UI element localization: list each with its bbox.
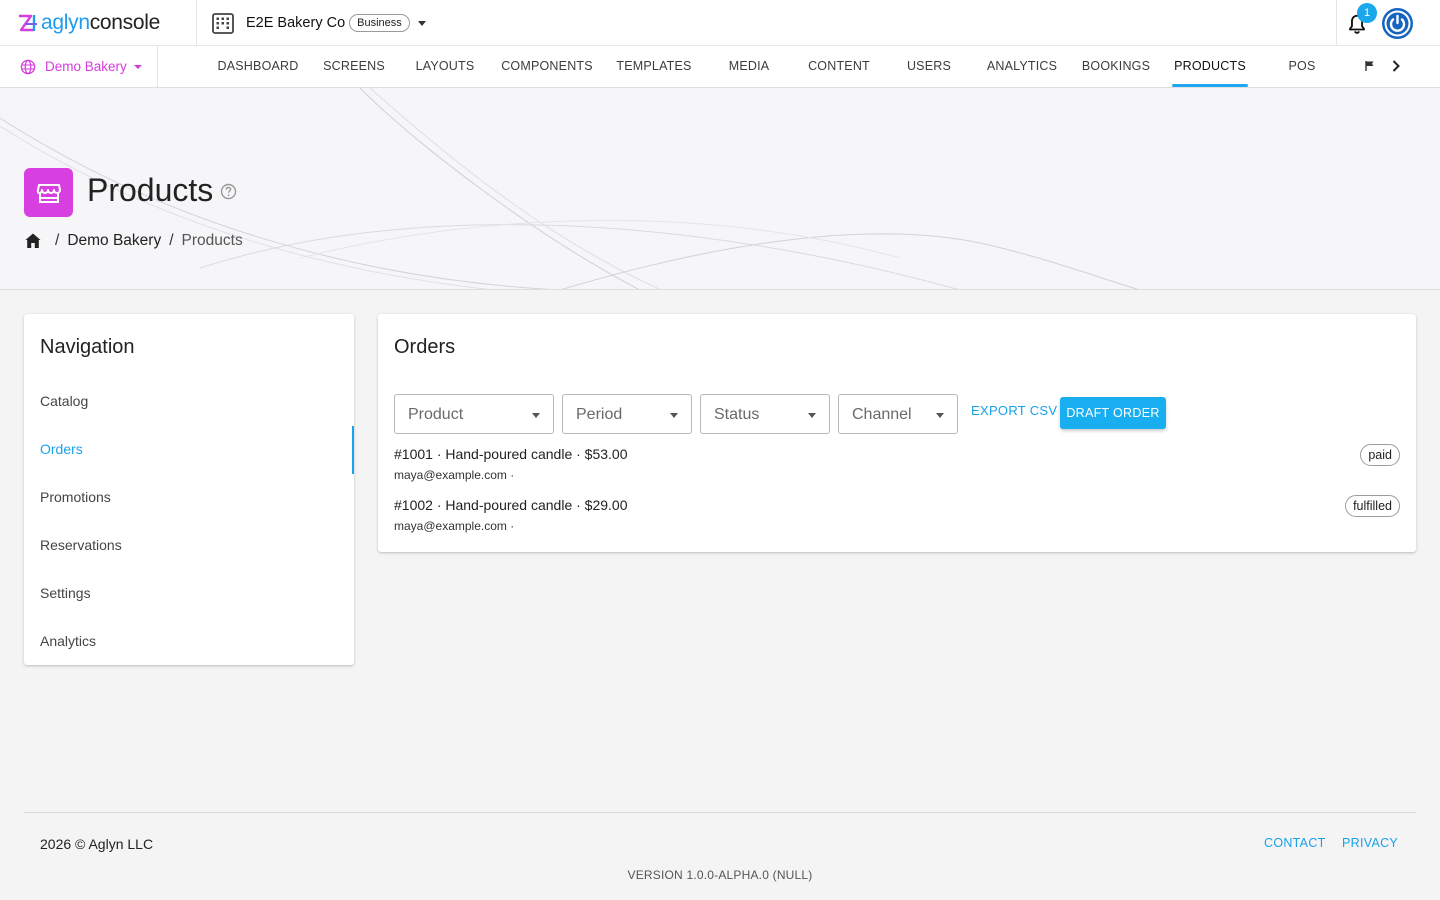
flag-icon[interactable] (1364, 60, 1376, 72)
status-badge: paid (1360, 444, 1400, 466)
tab-bookings[interactable]: BOOKINGS (1080, 46, 1152, 87)
tab-layouts[interactable]: LAYOUTS (412, 46, 478, 87)
help-circle-icon[interactable] (220, 183, 237, 200)
chevron-down-icon (808, 413, 816, 418)
tab-screens[interactable]: SCREENS (322, 46, 386, 87)
draft-order-button[interactable]: DRAFT ORDER (1060, 397, 1166, 429)
chevron-down-icon (417, 20, 426, 26)
main-nav: Demo Bakery DASHBOARD SCREENS LAYOUTS CO… (0, 46, 1440, 88)
site-name: Demo Bakery (45, 59, 127, 74)
divider (1336, 0, 1337, 46)
page-header: Products / Demo Bakery / Products (0, 88, 1440, 290)
product-filter-select[interactable]: Product (394, 394, 554, 434)
sidebar-item-catalog[interactable]: Catalog (24, 377, 354, 425)
org-name: E2E Bakery Co (246, 15, 346, 31)
channel-filter-label: Channel (852, 406, 912, 423)
top-bar: aglynconsole E2E Bakery Co Business 1 (0, 0, 1440, 46)
active-item-indicator (352, 426, 354, 474)
version-label: VERSION 1.0.0-ALPHA.0 (NULL) (627, 868, 813, 882)
tab-media[interactable]: MEDIA (722, 46, 776, 87)
tab-components[interactable]: COMPONENTS (500, 46, 594, 87)
tab-dashboard[interactable]: DASHBOARD (216, 46, 300, 87)
orders-card: Orders Product Period Status Channel EXP… (378, 314, 1416, 552)
status-filter-select[interactable]: Status (700, 394, 830, 434)
power-icon (1384, 10, 1411, 37)
status-badge: fulfilled (1345, 495, 1400, 517)
logo-text-console: console (89, 11, 161, 34)
logo-mark-icon (19, 14, 37, 32)
tab-users[interactable]: USERS (903, 46, 955, 87)
period-filter-select[interactable]: Period (562, 394, 692, 434)
breadcrumb-site[interactable]: Demo Bakery (67, 232, 161, 250)
org-plan-badge: Business (349, 14, 410, 32)
order-row[interactable]: #1002 · Hand-poured candle · $29.00 maya… (394, 495, 1400, 541)
breadcrumb: / Demo Bakery / Products (24, 231, 243, 251)
account-button[interactable] (1382, 8, 1413, 39)
footer-copyright: 2026 © Aglyn LLC (40, 836, 154, 852)
orders-title: Orders (394, 336, 456, 358)
order-row[interactable]: #1001 · Hand-poured candle · $53.00 maya… (394, 444, 1400, 490)
home-icon[interactable] (24, 232, 42, 250)
app-logo[interactable]: aglynconsole (17, 11, 160, 35)
divider (157, 46, 158, 87)
chevron-down-icon (532, 413, 540, 418)
chevron-down-icon (133, 64, 142, 69)
privacy-link[interactable]: PRIVACY (1342, 836, 1398, 850)
order-summary: #1002 · Hand-poured candle · $29.00 (394, 497, 628, 513)
tab-templates[interactable]: TEMPLATES (614, 46, 694, 87)
notification-count-badge: 1 (1357, 3, 1377, 23)
site-selector[interactable]: Demo Bakery (20, 46, 142, 87)
navigation-title: Navigation (40, 336, 135, 358)
tab-analytics[interactable]: ANALYTICS (983, 46, 1061, 87)
contact-link[interactable]: CONTACT (1264, 836, 1326, 850)
sidebar-item-analytics[interactable]: Analytics (24, 617, 354, 665)
order-summary: #1001 · Hand-poured candle · $53.00 (394, 446, 628, 462)
sidebar-item-settings[interactable]: Settings (24, 569, 354, 617)
breadcrumb-current: Products (181, 232, 243, 249)
sidebar-item-promotions[interactable]: Promotions (24, 473, 354, 521)
chevron-down-icon (936, 413, 944, 418)
chevron-down-icon (670, 413, 678, 418)
building-icon (212, 13, 234, 34)
globe-icon (20, 59, 36, 74)
order-customer-email: maya@example.com · (394, 468, 515, 482)
product-filter-label: Product (408, 406, 464, 423)
chevron-right-icon[interactable] (1389, 59, 1403, 73)
export-csv-button[interactable]: EXPORT CSV (971, 403, 1057, 418)
logo-text-aglyn: aglyn (41, 11, 90, 34)
status-filter-label: Status (714, 406, 760, 423)
sidebar-item-orders[interactable]: Orders (24, 425, 354, 473)
tab-content[interactable]: CONTENT (805, 46, 873, 87)
period-filter-label: Period (576, 406, 623, 423)
footer-divider (24, 812, 1416, 813)
tab-products[interactable]: PRODUCTS (1172, 46, 1248, 87)
navigation-card: Navigation Catalog Orders Promotions Res… (24, 314, 354, 665)
divider (196, 0, 197, 46)
channel-filter-select[interactable]: Channel (838, 394, 958, 434)
org-switcher[interactable]: E2E Bakery Co Business (211, 11, 426, 35)
active-tab-indicator (1172, 84, 1248, 87)
tab-pos[interactable]: POS (1284, 46, 1320, 87)
header-background-art (0, 88, 1139, 289)
storefront-icon (24, 168, 73, 217)
sidebar-item-reservations[interactable]: Reservations (24, 521, 354, 569)
order-customer-email: maya@example.com · (394, 519, 515, 533)
page-title: Products (87, 172, 214, 208)
